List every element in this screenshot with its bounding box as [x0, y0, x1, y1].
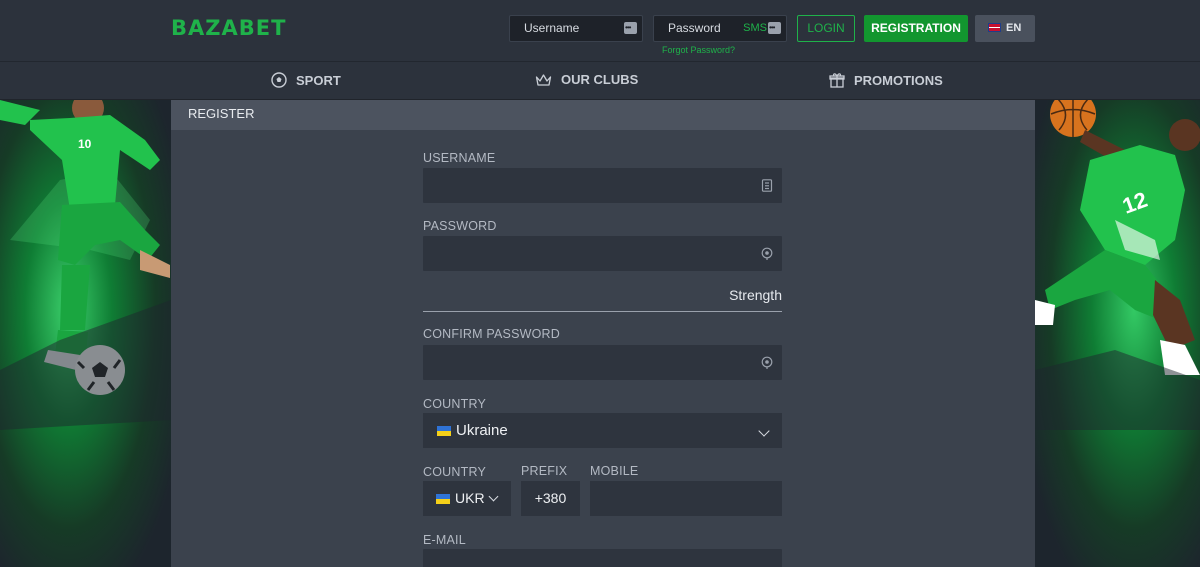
site-logo[interactable]: BAZABET: [171, 16, 286, 40]
email-label: E-MAIL: [423, 533, 466, 547]
top-header: BAZABET Username Password SMS Forgot Pas…: [0, 0, 1200, 62]
soccer-ball-icon: [271, 72, 287, 88]
basketball-player-banner: 12: [1035, 100, 1200, 567]
soccer-player-illustration: 10: [0, 100, 171, 430]
header-username-input[interactable]: Username: [509, 15, 643, 42]
chevron-down-icon: [488, 491, 499, 502]
phone-country-value: UKR: [455, 490, 485, 506]
nav-item-sport[interactable]: SPORT: [271, 72, 341, 88]
uk-flag-icon: [988, 23, 1001, 32]
main-nav: SPORT OUR CLUBS PROMOTIONS: [0, 62, 1200, 100]
password-placeholder: Password: [668, 21, 721, 35]
eye-icon[interactable]: [761, 247, 773, 260]
password-manager-icon[interactable]: [624, 15, 637, 40]
mobile-input[interactable]: [590, 481, 782, 516]
password-label: PASSWORD: [423, 219, 497, 233]
soccer-player-banner: 10: [0, 100, 171, 567]
phone-country-select[interactable]: UKR: [423, 481, 511, 516]
ukraine-flag-icon: [436, 494, 450, 504]
language-code: EN: [1006, 22, 1022, 34]
nav-item-label: OUR CLUBS: [561, 72, 639, 87]
password-manager-icon[interactable]: [768, 15, 781, 40]
confirm-password-label: CONFIRM PASSWORD: [423, 327, 560, 341]
nav-item-label: SPORT: [296, 72, 341, 88]
eye-icon[interactable]: [761, 356, 773, 369]
login-button[interactable]: LOGIN: [797, 15, 855, 42]
forgot-password-link[interactable]: Forgot Password?: [662, 45, 735, 55]
nav-item-promotions[interactable]: PROMOTIONS: [829, 72, 943, 88]
registration-button[interactable]: REGISTRATION: [864, 15, 968, 42]
gift-icon: [829, 73, 845, 88]
header-password-input[interactable]: Password SMS: [653, 15, 787, 42]
nav-item-label: PROMOTIONS: [854, 72, 943, 88]
crown-icon: [535, 73, 552, 86]
id-card-icon: [761, 179, 773, 192]
password-strength-meter: Strength: [423, 285, 782, 312]
phone-country-label: COUNTRY: [423, 465, 486, 479]
prefix-field: +380: [521, 481, 580, 516]
ukraine-flag-icon: [437, 426, 451, 436]
language-selector[interactable]: EN: [975, 15, 1035, 42]
strength-label: Strength: [729, 287, 782, 303]
username-placeholder: Username: [524, 21, 580, 35]
country-select[interactable]: Ukraine: [423, 413, 782, 448]
nav-item-our-clubs[interactable]: OUR CLUBS: [535, 72, 638, 87]
basketball-player-illustration: 12: [1035, 100, 1200, 430]
chevron-down-icon: [758, 425, 770, 437]
prefix-label: PREFIX: [521, 464, 568, 478]
panel-title: REGISTER: [171, 100, 1035, 130]
sms-link[interactable]: SMS: [743, 16, 767, 41]
country-label: COUNTRY: [423, 397, 486, 411]
password-input[interactable]: [423, 236, 782, 271]
registration-panel: REGISTER USERNAME PASSWORD Strength CONF…: [171, 100, 1035, 567]
mobile-label: MOBILE: [590, 464, 639, 478]
email-input[interactable]: [423, 549, 782, 567]
svg-text:10: 10: [78, 137, 92, 151]
confirm-password-input[interactable]: [423, 345, 782, 380]
username-input[interactable]: [423, 168, 782, 203]
country-value: Ukraine: [456, 422, 508, 439]
username-label: USERNAME: [423, 151, 496, 165]
